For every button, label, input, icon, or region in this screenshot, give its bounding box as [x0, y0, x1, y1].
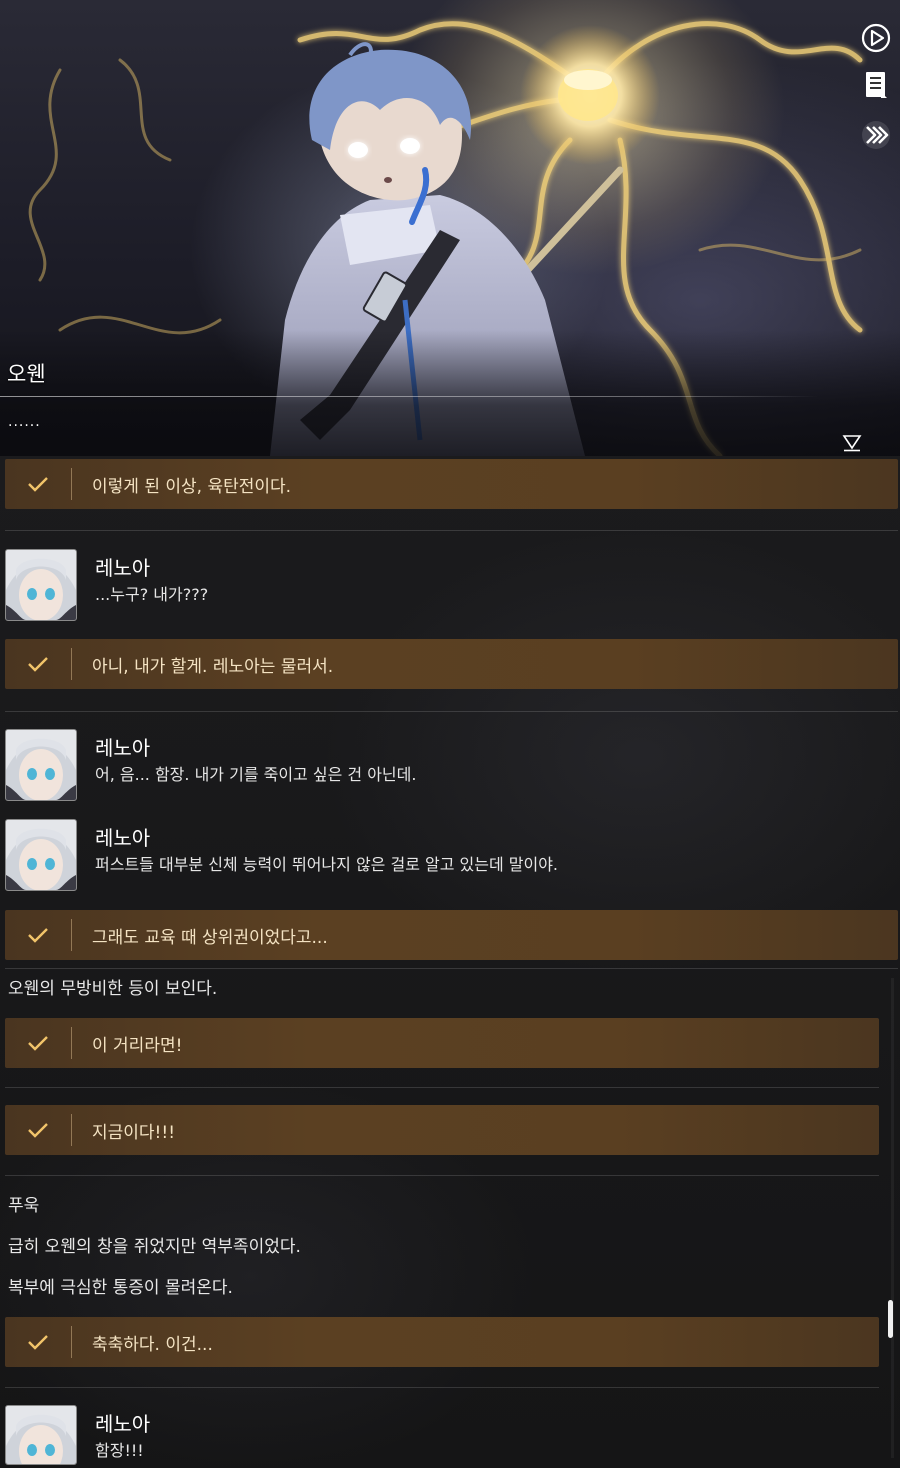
checkmark-icon — [5, 639, 71, 689]
dialog-text: 어, 음... 함장. 내가 기를 죽이고 싶은 건 아닌데. — [95, 765, 417, 784]
log-divider — [5, 1087, 879, 1088]
character-name: 레노아 — [95, 736, 151, 760]
lenoa-portrait — [6, 730, 76, 800]
skip-button[interactable] — [857, 116, 895, 154]
avatar — [5, 1405, 77, 1465]
choice-text: 지금이다!!! — [92, 1122, 176, 1143]
log-divider — [5, 711, 898, 712]
scene-bottom-shade — [0, 330, 900, 456]
fast-forward-icon — [862, 121, 890, 149]
log-document-icon — [866, 72, 887, 98]
dialog-text: 퍼스트들 대부분 신체 능력이 뛰어나지 않은 걸로 알고 있는데 말이야. — [95, 855, 559, 874]
play-circle-icon — [861, 23, 891, 53]
scrollbar-track[interactable] — [891, 978, 894, 1458]
checkmark-icon — [5, 1317, 71, 1367]
log-divider — [5, 530, 898, 531]
choice-item: 이렇게 된 이상, 육탄전이다. — [5, 459, 898, 509]
avatar — [5, 729, 77, 801]
name-divider — [0, 396, 818, 397]
lenoa-portrait — [6, 550, 76, 620]
lenoa-portrait — [6, 820, 76, 890]
narration-text: 오웬의 무방비한 등이 보인다. — [8, 979, 218, 999]
character-name: 레노아 — [95, 1412, 151, 1436]
dialog-entry: 레노아 어, 음... 함장. 내가 기를 죽이고 싶은 건 아닌데. — [5, 729, 875, 803]
next-arrow-icon[interactable] — [842, 434, 862, 452]
choice-item: 이 거리라면! — [5, 1018, 879, 1068]
speaker-name: 오웬 — [7, 362, 46, 386]
scrollbar-thumb[interactable] — [888, 1300, 893, 1338]
choice-text: 이렇게 된 이상, 육탄전이다. — [92, 476, 292, 497]
narration-text: 푸욱 — [8, 1196, 40, 1216]
lenoa-portrait — [6, 1406, 76, 1464]
dialog-entry: 레노아 함장!!! — [5, 1405, 875, 1465]
dialog-entry: 레노아 퍼스트들 대부분 신체 능력이 뛰어나지 않은 걸로 알고 있는데 말이… — [5, 819, 875, 893]
log-button[interactable] — [857, 66, 895, 104]
checkmark-icon — [5, 1018, 71, 1068]
choice-item: 그래도 교육 때 상위권이었다고... — [5, 910, 898, 960]
dialog-text: ...누구? 내가??? — [95, 585, 209, 604]
choice-text: 아니, 내가 할게. 레노아는 물러서. — [92, 656, 334, 677]
checkmark-icon — [5, 1105, 71, 1155]
avatar — [5, 549, 77, 621]
checkmark-icon — [5, 459, 71, 509]
choice-item: 아니, 내가 할게. 레노아는 물러서. — [5, 639, 898, 689]
dialog-entry: 레노아 ...누구? 내가??? — [5, 549, 875, 623]
log-divider — [5, 1387, 879, 1388]
speaker-dialogue: ...... — [8, 414, 41, 430]
narration-text: 복부에 극심한 통증이 몰려온다. — [8, 1278, 233, 1298]
choice-text: 이 거리라면! — [92, 1035, 183, 1056]
choice-item: 지금이다!!! — [5, 1105, 879, 1155]
narration-text: 급히 오웬의 창을 쥐었지만 역부족이었다. — [8, 1237, 301, 1257]
auto-play-button[interactable] — [857, 19, 895, 57]
choice-text: 축축하다. 이건... — [92, 1334, 213, 1355]
character-name: 레노아 — [95, 556, 151, 580]
dialog-text: 함장!!! — [95, 1441, 144, 1460]
checkmark-icon — [5, 910, 71, 960]
scene-illustration[interactable]: 오웬 ...... — [0, 0, 900, 456]
log-divider — [5, 1175, 879, 1176]
log-divider — [5, 968, 898, 969]
choice-item: 축축하다. 이건... — [5, 1317, 879, 1367]
character-name: 레노아 — [95, 826, 151, 850]
avatar — [5, 819, 77, 891]
choice-text: 그래도 교육 때 상위권이었다고... — [92, 927, 328, 948]
